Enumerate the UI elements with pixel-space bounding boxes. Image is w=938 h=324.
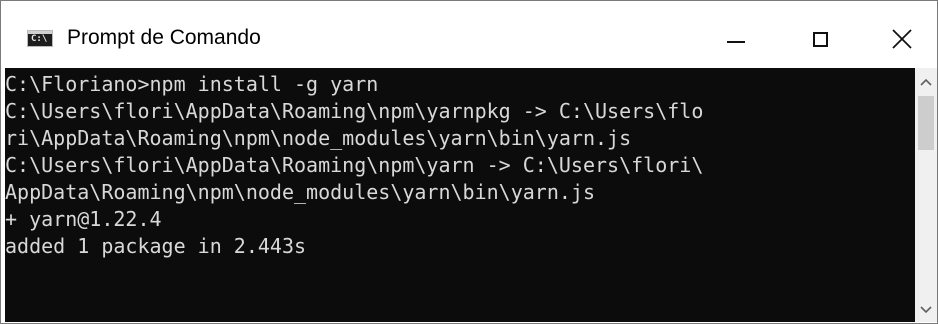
console-line: ri\AppData\Roaming\npm\node_modules\yarn… — [5, 126, 632, 150]
scroll-thumb[interactable] — [918, 96, 934, 150]
minimize-button[interactable] — [703, 17, 769, 61]
command-prompt-window: C:\ Prompt de Comando C:\Floriano>npm in… — [0, 0, 938, 324]
chevron-up-icon — [920, 78, 932, 86]
close-button[interactable] — [869, 17, 935, 61]
console-app-icon[interactable]: C:\ — [27, 30, 53, 47]
console-output[interactable]: C:\Floriano>npm install -g yarn C:\Users… — [5, 68, 915, 322]
console-line: added 1 package in 2.443s — [5, 234, 307, 258]
scroll-down-button[interactable] — [915, 300, 937, 320]
console-line: C:\Users\flori\AppData\Roaming\npm\yarn … — [5, 153, 704, 177]
vertical-scrollbar[interactable] — [915, 68, 937, 322]
chevron-down-icon — [920, 306, 932, 314]
console-line: C:\Users\flori\AppData\Roaming\npm\yarnp… — [5, 99, 704, 123]
scroll-up-button[interactable] — [915, 72, 937, 92]
console-line: AppData\Roaming\npm\node_modules\yarn\bi… — [5, 180, 596, 204]
maximize-button[interactable] — [787, 17, 853, 61]
maximize-icon — [812, 31, 828, 47]
console-line: C:\Floriano>npm install -g yarn — [5, 72, 379, 96]
window-title: Prompt de Comando — [67, 26, 261, 49]
close-icon — [892, 29, 912, 49]
icon-label: C:\ — [31, 34, 48, 44]
title-bar[interactable]: C:\ Prompt de Comando — [1, 1, 937, 68]
minimize-icon — [727, 41, 745, 43]
console-line: + yarn@1.22.4 — [5, 207, 162, 231]
